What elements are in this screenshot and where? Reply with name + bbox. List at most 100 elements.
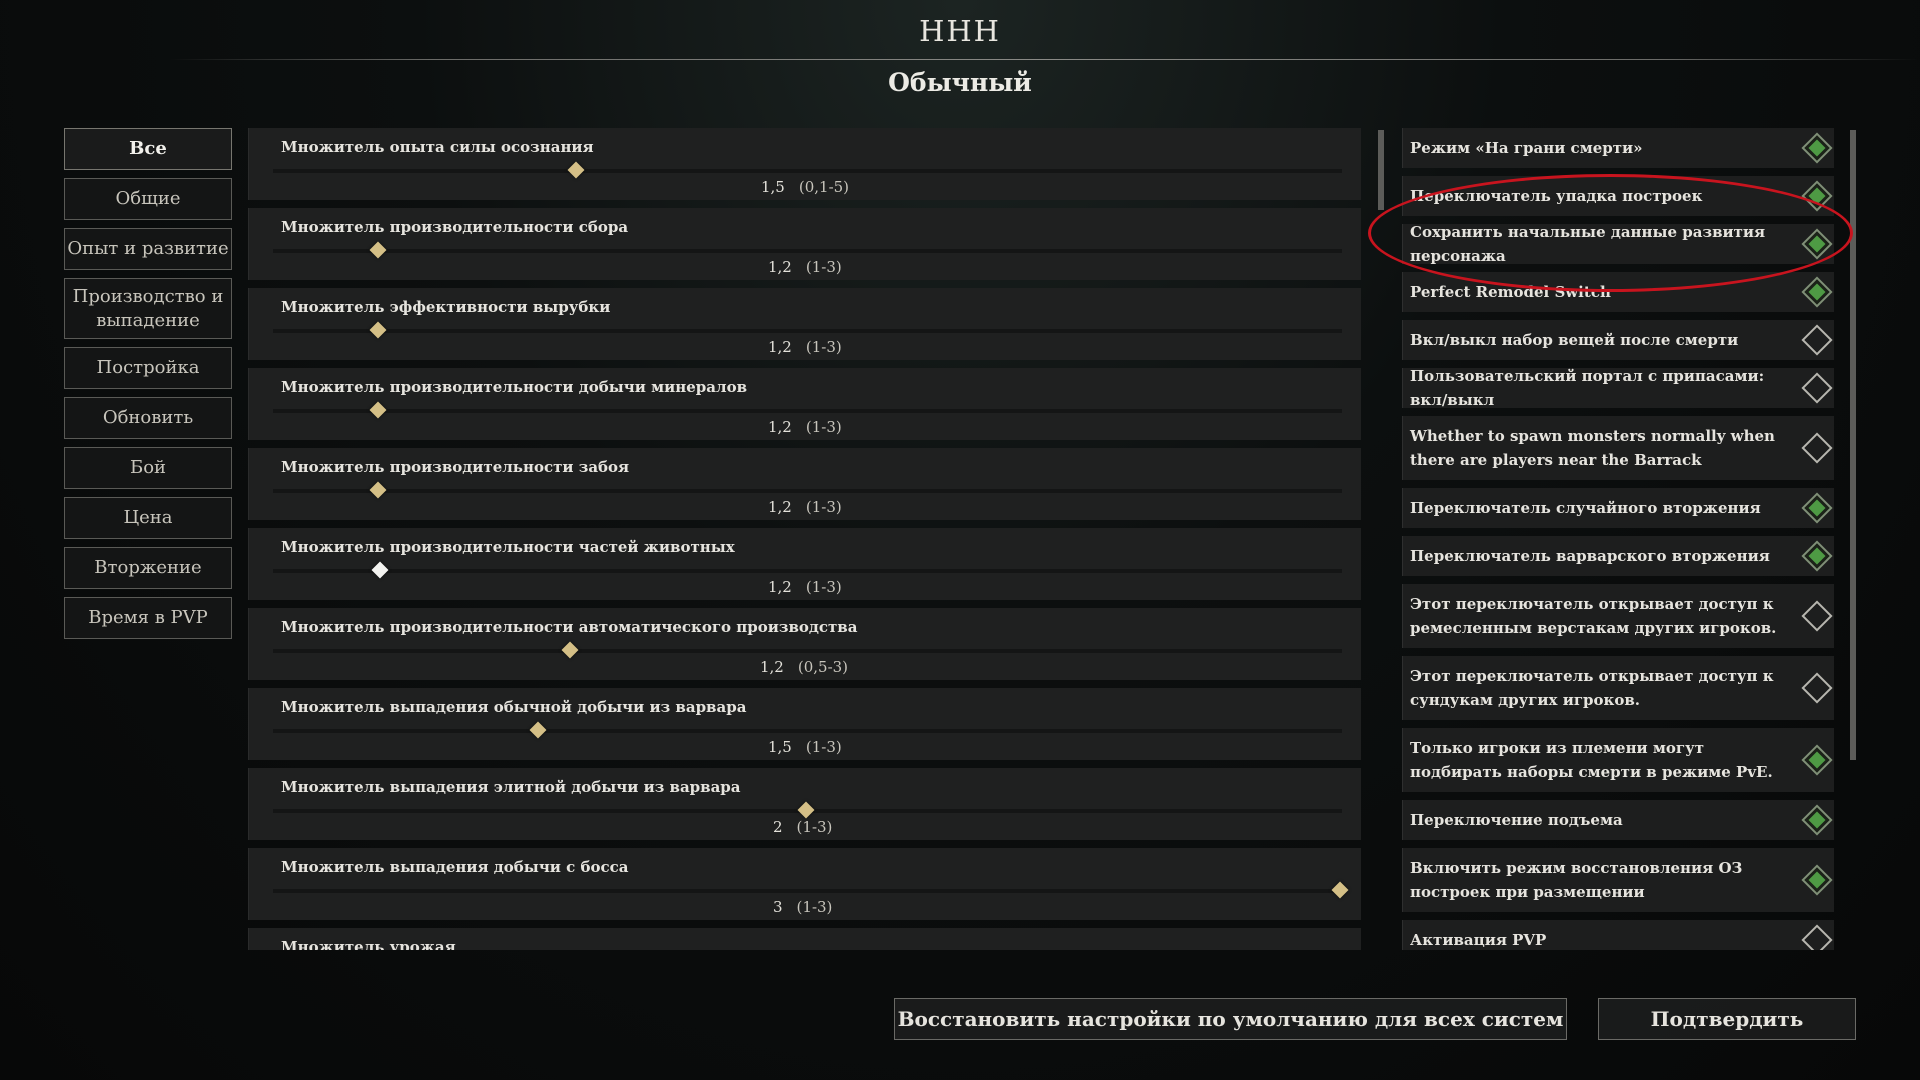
toggle-row[interactable]: Переключатель случайного вторжения [1402,488,1834,528]
slider-label: Множитель производительности автоматичес… [281,618,858,636]
toggle-row[interactable]: Включить режим восстановления ОЗ построе… [1402,848,1834,912]
slider-row: Множитель опыта силы осознания 1,5 (0,1-5… [248,128,1361,200]
slider-handle[interactable] [371,561,389,579]
toggle-row[interactable]: Активация PVP [1402,920,1834,950]
slider-row: Множитель производительности сбора 1,2 (1… [248,208,1361,280]
slider-track[interactable] [273,169,1342,173]
category-production-button[interactable]: Производство и выпадение [64,278,232,339]
slider-value: 1,2 (1-3) [768,578,842,596]
slider-row: Множитель производительности добычи мине… [248,368,1361,440]
toggles-scrollbar[interactable] [1850,130,1856,760]
slider-range: (0,1-5) [798,178,850,196]
slider-label: Множитель производительности частей живо… [281,538,735,556]
slider-row: Множитель эффективности вырубки 1,2 (1-3) [248,288,1361,360]
toggle-row[interactable]: Perfect Remodel Switch [1402,272,1834,312]
toggle-label: Вкл/выкл набор вещей после смерти [1410,331,1739,349]
slider-current-value: 3 [773,898,783,916]
category-experience-button[interactable]: Опыт и развитие [64,228,232,270]
slider-handle[interactable] [369,481,387,499]
toggle-row[interactable]: Переключатель варварского вторжения [1402,536,1834,576]
slider-current-value: 1,5 [768,738,792,756]
toggle-label: Только игроки из племени могут подбирать… [1410,739,1773,781]
slider-handle[interactable] [1331,881,1349,899]
slider-handle[interactable] [369,321,387,339]
slider-label: Множитель производительности добычи мине… [281,378,748,396]
category-general-button[interactable]: Общие [64,178,232,220]
category-refresh-button[interactable]: Обновить [64,397,232,439]
slider-value: 1,5 (0,1-5) [761,178,849,196]
slider-track[interactable] [273,569,1342,573]
category-combat-button[interactable]: Бой [64,447,232,489]
reset-defaults-button[interactable]: Восстановить настройки по умолчанию для … [894,998,1567,1040]
slider-current-value: 1,2 [760,658,784,676]
toggle-row[interactable]: Сохранить начальные данные развития перс… [1402,223,1834,265]
toggle-row[interactable]: Этот переключатель открывает доступ к ре… [1402,584,1834,648]
slider-handle[interactable] [567,161,585,179]
header-divider [170,59,1920,60]
toggle-row[interactable]: Этот переключатель открывает доступ к су… [1402,656,1834,720]
slider-row: Множитель производительности автоматичес… [248,608,1361,680]
slider-track[interactable] [273,409,1342,413]
category-building-button[interactable]: Постройка [64,347,232,389]
slider-track[interactable] [273,329,1342,333]
slider-range: (1-3) [805,498,842,516]
category-nav: Все Общие Опыт и развитие Производство и… [64,128,232,647]
toggle-row[interactable]: Whether to spawn monsters normally when … [1402,416,1834,480]
slider-range: (1-3) [805,258,842,276]
toggle-row[interactable]: Режим «На грани смерти» [1402,128,1834,168]
category-price-button[interactable]: Цена [64,497,232,539]
slider-current-value: 1,2 [768,578,792,596]
toggle-row[interactable]: Только игроки из племени могут подбирать… [1402,728,1834,792]
toggle-row[interactable]: Переключение подъема [1402,800,1834,840]
slider-handle[interactable] [797,801,815,819]
slider-range: (1-3) [805,338,842,356]
slider-range: (1-3) [805,738,842,756]
toggle-label: Сохранить начальные данные развития перс… [1410,223,1766,265]
category-invasion-button[interactable]: Вторжение [64,547,232,589]
slider-range: (1-3) [796,818,833,836]
slider-track[interactable] [273,729,1342,733]
slider-row: Множитель выпадения обычной добычи из ва… [248,688,1361,760]
slider-range: (0,5-3) [797,658,849,676]
sliders-panel: Множитель опыта силы осознания 1,5 (0,1-5… [248,128,1361,950]
slider-handle[interactable] [369,241,387,259]
server-title: ННН [919,14,1001,48]
category-all-button[interactable]: Все [64,128,232,170]
toggle-row[interactable]: Пользовательский портал с припасами: вкл… [1402,367,1834,409]
slider-current-value: 1,5 [761,178,785,196]
slider-track[interactable] [273,489,1342,493]
slider-handle[interactable] [369,401,387,419]
slider-track[interactable] [273,249,1342,253]
slider-track[interactable] [273,649,1342,653]
slider-handle[interactable] [529,721,547,739]
toggle-label: Perfect Remodel Switch [1410,283,1611,301]
slider-row: Множитель урожая [248,928,1361,950]
slider-row: Множитель выпадения добычи с босса 3 (1-3… [248,848,1361,920]
slider-value: 1,2 (1-3) [768,338,842,356]
toggle-label: Активация PVP [1410,931,1547,949]
slider-value: 1,2 (1-3) [768,498,842,516]
slider-label: Множитель опыта силы осознания [281,138,594,156]
slider-range: (1-3) [805,578,842,596]
slider-current-value: 1,2 [768,338,792,356]
difficulty-title: Обычный [888,68,1032,97]
toggle-row[interactable]: Переключатель упадка построек [1402,176,1834,216]
category-pvp-time-button[interactable]: Время в PVP [64,597,232,639]
slider-current-value: 1,2 [768,418,792,436]
slider-value: 3 (1-3) [773,898,832,916]
slider-current-value: 1,2 [768,498,792,516]
toggle-row[interactable]: Вкл/выкл набор вещей после смерти [1402,320,1834,360]
slider-label: Множитель урожая [281,938,456,950]
toggle-label: Переключение подъема [1410,811,1623,829]
toggle-label: Переключатель варварского вторжения [1410,547,1770,565]
slider-handle[interactable] [561,641,579,659]
slider-label: Множитель выпадения элитной добычи из ва… [281,778,741,796]
sliders-scrollbar[interactable] [1378,130,1384,210]
toggles-panel: Режим «На грани смерти» Переключатель уп… [1402,128,1834,950]
slider-row: Множитель выпадения элитной добычи из ва… [248,768,1361,840]
slider-current-value: 2 [773,818,783,836]
toggle-label: Переключатель упадка построек [1410,187,1703,205]
confirm-button[interactable]: Подтвердить [1598,998,1856,1040]
slider-track[interactable] [273,889,1342,893]
slider-label: Множитель выпадения обычной добычи из ва… [281,698,747,716]
